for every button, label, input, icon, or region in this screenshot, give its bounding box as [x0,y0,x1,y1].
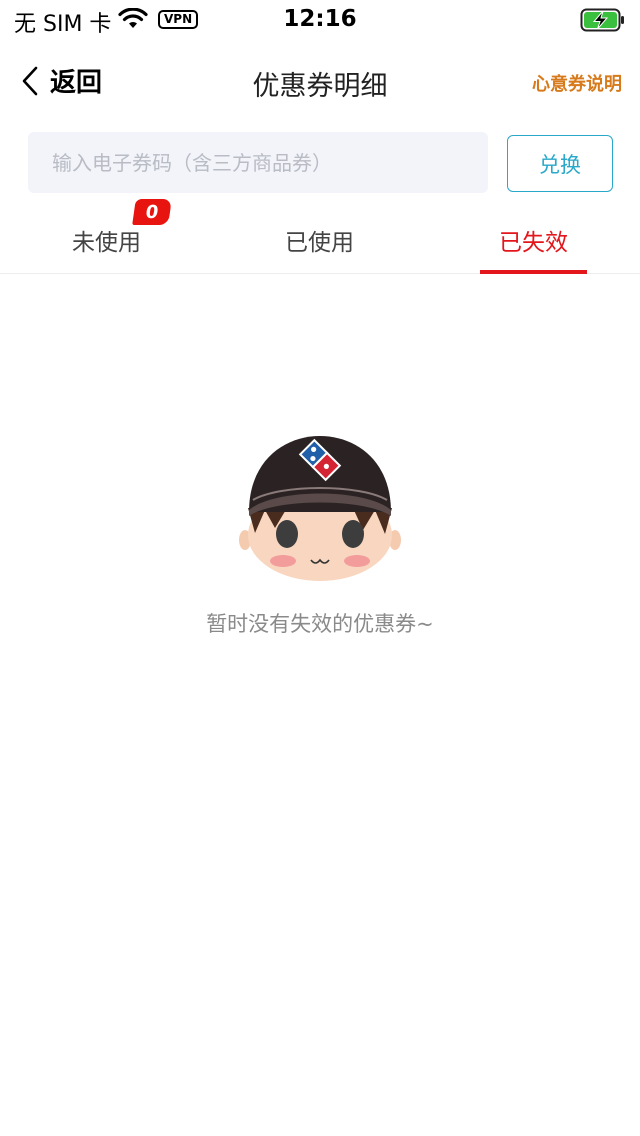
back-button[interactable]: 返回 [20,62,102,99]
redeem-button[interactable]: 兑换 [507,135,613,192]
clock: 12:16 [283,6,357,32]
empty-message: 暂时没有失效的优惠券~ [206,612,434,636]
empty-state: 暂时没有失效的优惠券~ [0,430,640,638]
tab-used-label: 已使用 [285,230,354,256]
tab-unused-label: 未使用 [72,230,141,256]
back-label: 返回 [50,68,103,98]
tab-unused[interactable]: 未使用 [0,206,213,274]
coupon-help-link[interactable]: 心意券说明 [532,70,622,96]
active-tab-indicator [480,270,587,274]
battery-charging-icon [580,8,626,36]
unused-count-badge: 0 [132,199,172,225]
status-bar: 无 SIM 卡 VPN 12:16 [0,0,640,40]
nav-bar: 返回 优惠券明细 心意券说明 [0,48,640,116]
coupon-tabs: 未使用 已使用 已失效 0 [0,199,640,274]
tab-expired-label: 已失效 [499,230,568,256]
mascot-illustration [239,436,401,581]
tab-expired[interactable]: 已失效 [427,206,640,274]
chevron-left-icon [22,66,38,95]
coupon-code-input[interactable] [28,132,488,193]
tab-used[interactable]: 已使用 [213,206,426,274]
redeem-row: 兑换 [28,132,614,194]
